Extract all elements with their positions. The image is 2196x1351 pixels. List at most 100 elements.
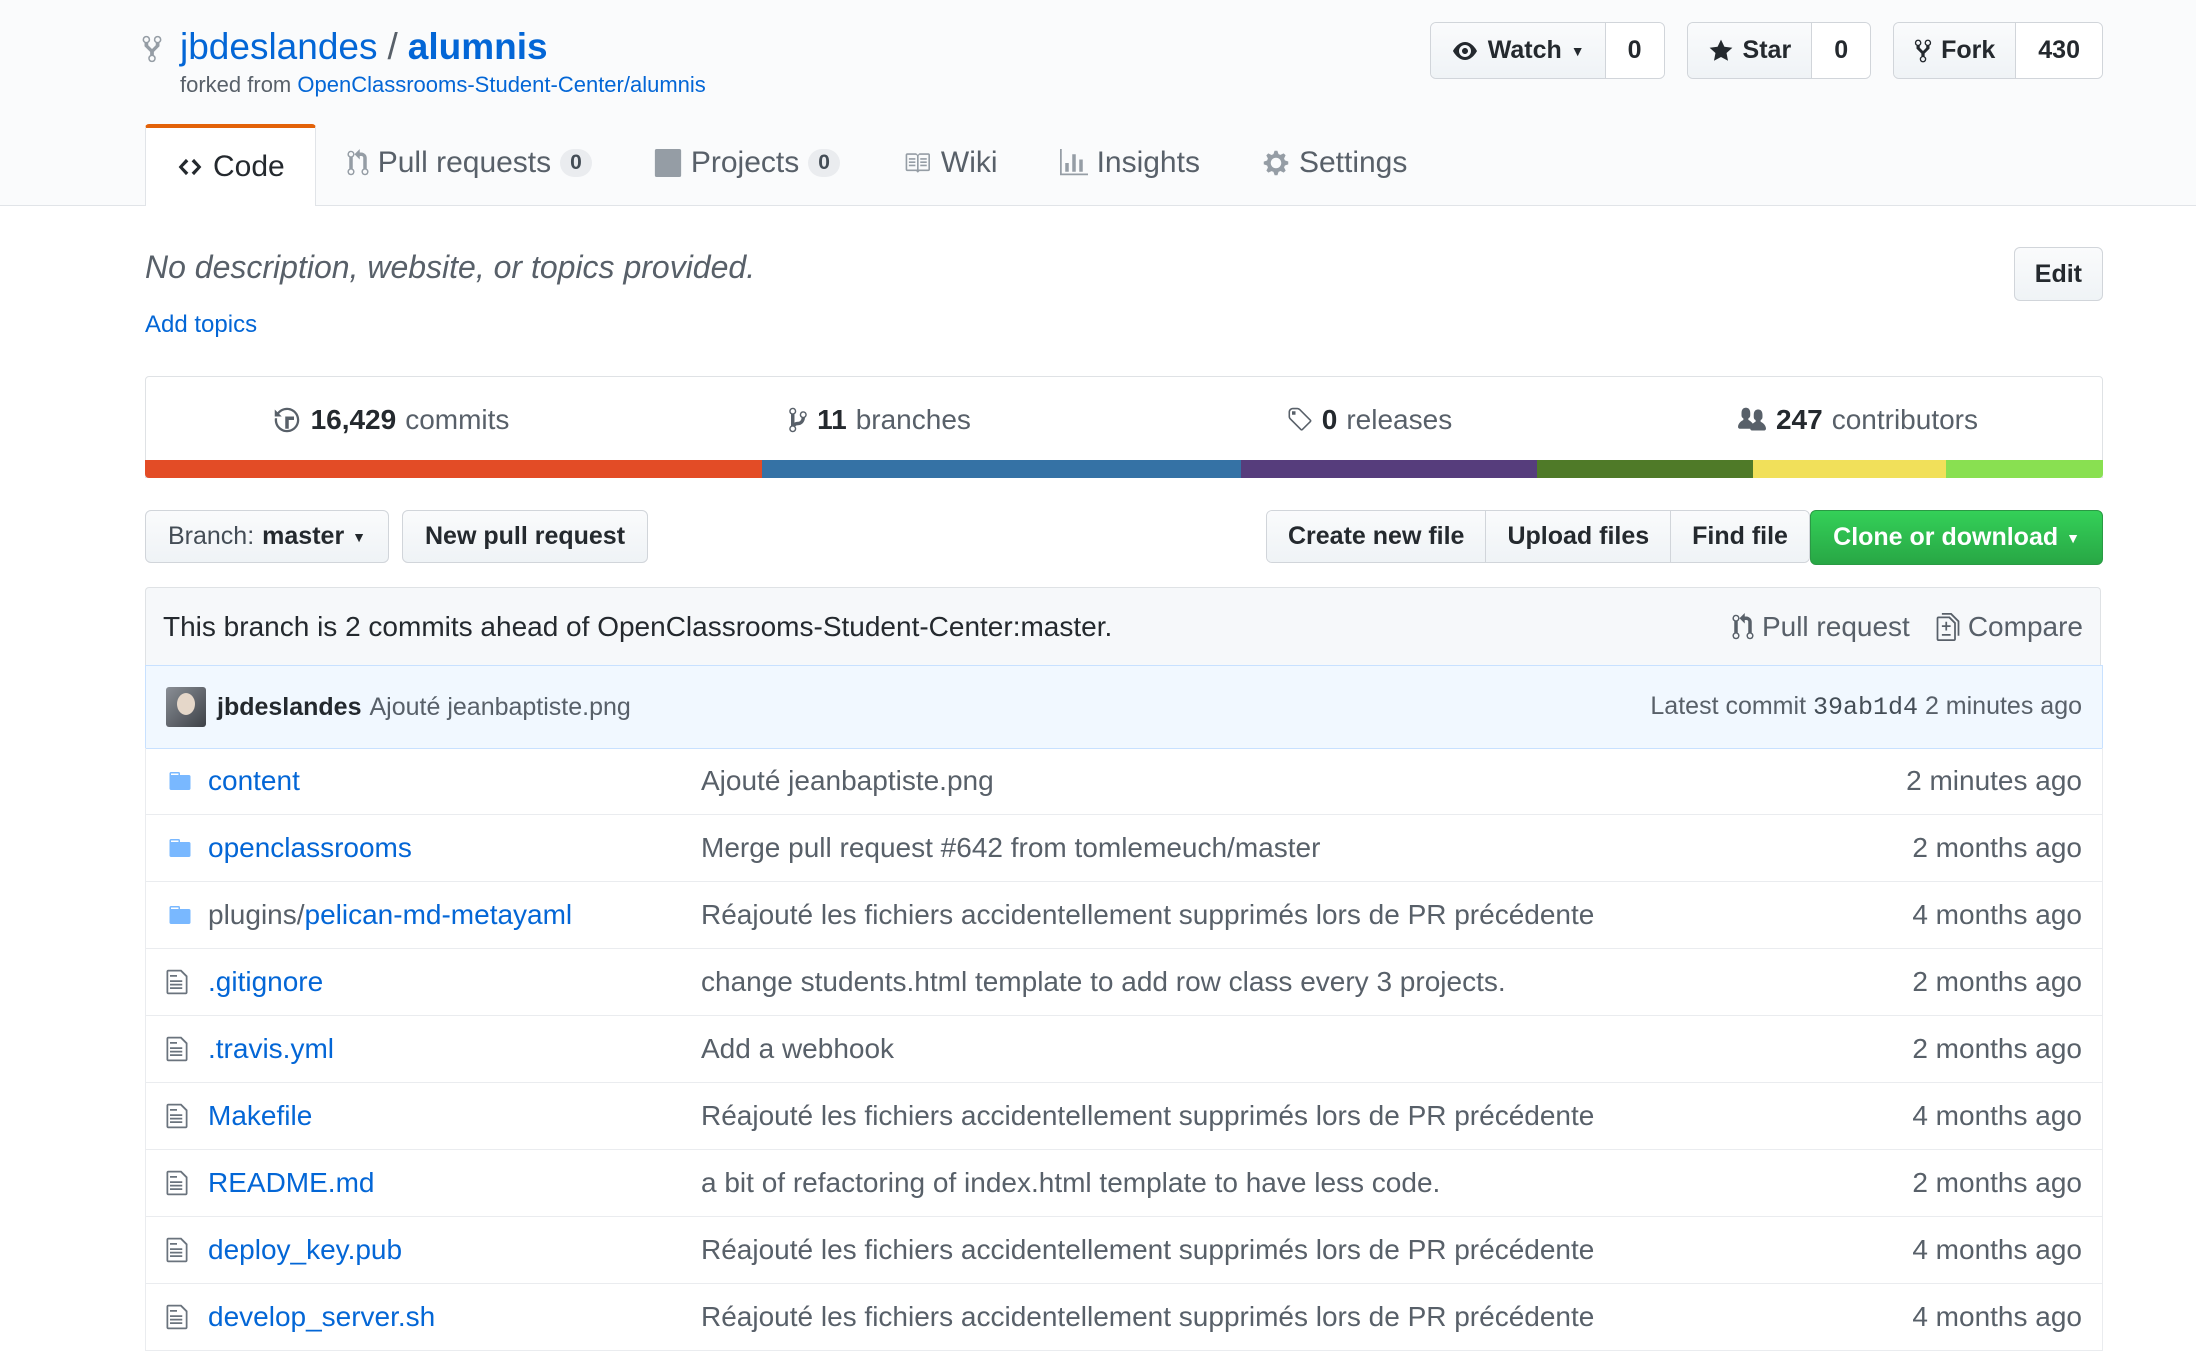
file-age: 2 months ago (1912, 966, 2082, 997)
tab-projects[interactable]: Projects 0 (623, 124, 871, 201)
file-row: openclassrooms Merge pull request #642 fr… (146, 814, 2102, 881)
file-name-link[interactable]: content (208, 765, 701, 797)
file-name-link[interactable]: Makefile (208, 1100, 701, 1132)
file-name-link[interactable]: plugins/pelican-md-metayaml (208, 899, 701, 931)
find-file-button[interactable]: Find file (1670, 511, 1809, 562)
commit-message[interactable]: Ajouté jeanbaptiste.png (370, 693, 631, 722)
forked-from-link[interactable]: OpenClassrooms-Student-Center/alumnis (297, 72, 705, 97)
tab-insights[interactable]: Insights (1029, 124, 1231, 201)
repo-nav-tabs: Code Pull requests 0 Projects 0 Wiki Ins… (145, 124, 1438, 207)
repo-title-separator: / (387, 26, 398, 67)
tab-label: Code (213, 150, 285, 184)
language-bar-segment[interactable] (1946, 460, 2103, 478)
compare-link[interactable]: Compare (1936, 611, 2083, 643)
language-bar-segment[interactable] (1537, 460, 1753, 478)
branch-name: master (262, 522, 345, 550)
file-commit-message[interactable]: Réajouté les fichiers accidentellement s… (701, 1234, 1912, 1266)
star-button-group: Star 0 (1686, 22, 1872, 79)
file-icon (166, 968, 198, 996)
file-commit-message[interactable]: change students.html template to add row… (701, 966, 1912, 998)
repo-description: No description, website, or topics provi… (145, 249, 756, 285)
file-name-link[interactable]: deploy_key.pub (208, 1234, 701, 1266)
file-commit-message[interactable]: Add a webhook (701, 1033, 1912, 1065)
star-count[interactable]: 0 (1811, 23, 1871, 78)
file-commit-message[interactable]: Merge pull request #642 from tomlemeuch/… (701, 832, 1912, 864)
language-bar-segment[interactable] (761, 460, 1242, 478)
commits-count: 16,429 (310, 404, 397, 435)
contributors-label: contributors (1831, 404, 1978, 435)
file-name: content (208, 765, 300, 796)
file-commit-message[interactable]: Réajouté les fichiers accidentellement s… (701, 1100, 1912, 1132)
commit-sha[interactable]: 39ab1d4 (1813, 693, 1918, 722)
tab-settings[interactable]: Settings (1231, 124, 1438, 201)
new-pull-request-button[interactable]: New pull request (402, 510, 649, 563)
commits-label: commits (405, 404, 510, 435)
dropdown-caret-icon: ▼ (1570, 42, 1585, 59)
file-list: content Ajouté jeanbaptiste.png 2 minutes … (145, 748, 2103, 1351)
file-name-link[interactable]: .gitignore (208, 966, 701, 998)
repo-title: jbdeslandes / alumnis (180, 26, 548, 68)
dropdown-caret-icon: ▼ (352, 528, 367, 545)
star-icon (1709, 39, 1732, 61)
clone-or-download-button[interactable]: Clone or download ▼ (1810, 510, 2103, 565)
project-icon (654, 149, 681, 178)
star-button[interactable]: Star (1687, 23, 1812, 78)
file-row: .gitignore change students.html template … (146, 948, 2102, 1015)
language-bar[interactable] (145, 460, 2103, 478)
watch-button-group: Watch ▼ 0 (1429, 22, 1665, 79)
pull-request-label: Pull request (1761, 610, 1910, 642)
pull-request-link[interactable]: Pull request (1732, 611, 1910, 643)
file-age: 2 months ago (1912, 1167, 2082, 1198)
file-age: 4 months ago (1912, 1100, 2082, 1131)
latest-commit-label: Latest commit (1650, 692, 1807, 720)
file-icon (166, 1102, 198, 1130)
branch-status-bar: This branch is 2 commits ahead of OpenCl… (145, 587, 2101, 665)
branch-status-actions: Pull request Compare (1732, 611, 2083, 643)
file-commit-message[interactable]: a bit of refactoring of index.html templ… (701, 1167, 1912, 1199)
code-icon (178, 159, 202, 176)
file-commit-message[interactable]: Réajouté les fichiers accidentellement s… (701, 1301, 1912, 1333)
file-name-link[interactable]: .travis.yml (208, 1033, 701, 1065)
commit-author[interactable]: jbdeslandes (217, 693, 362, 722)
language-bar-segment[interactable] (1241, 460, 1538, 478)
fork-button[interactable]: Fork (1894, 23, 2016, 78)
file-commit-message[interactable]: Réajouté les fichiers accidentellement s… (701, 899, 1912, 931)
repo-owner-link[interactable]: jbdeslandes (180, 26, 377, 68)
file-name-link[interactable]: README.md (208, 1167, 701, 1199)
file-name-prefix: plugins/ (208, 899, 305, 930)
tab-wiki[interactable]: Wiki (871, 124, 1029, 201)
add-topics-link[interactable]: Add topics (145, 311, 257, 339)
create-new-file-button[interactable]: Create new file (1267, 511, 1486, 562)
upload-files-button[interactable]: Upload files (1485, 511, 1671, 562)
edit-description-button[interactable]: Edit (2013, 247, 2103, 301)
file-row: plugins/pelican-md-metayaml Réajouté les … (146, 881, 2102, 948)
file-name-link[interactable]: develop_server.sh (208, 1301, 701, 1333)
tab-label: Settings (1298, 146, 1408, 180)
tab-pull-requests[interactable]: Pull requests 0 (316, 124, 623, 201)
file-name: deploy_key.pub (208, 1234, 403, 1265)
fork-count[interactable]: 430 (2015, 23, 2102, 78)
tab-counter: 0 (808, 149, 840, 178)
repo-name-link[interactable]: alumnis (408, 26, 548, 68)
language-bar-segment[interactable] (145, 460, 762, 478)
watch-label: Watch (1487, 36, 1562, 64)
file-name: .gitignore (208, 966, 324, 997)
fork-label: Fork (1941, 36, 1996, 64)
file-age: 2 months ago (1912, 832, 2082, 863)
branches-label: branches (855, 404, 971, 435)
clone-label: Clone or download (1833, 523, 2059, 551)
branch-select-button[interactable]: Branch: master ▼ (145, 510, 390, 563)
tab-counter: 0 (560, 149, 592, 178)
file-row: Makefile Réajouté les fichiers accidentel… (146, 1082, 2102, 1149)
star-label: Star (1742, 36, 1792, 64)
eye-icon (1452, 41, 1477, 60)
watch-button[interactable]: Watch ▼ (1430, 23, 1605, 78)
language-bar-segment[interactable] (1752, 460, 1947, 478)
file-name-link[interactable]: openclassrooms (208, 832, 701, 864)
watch-count[interactable]: 0 (1604, 23, 1664, 78)
tab-code[interactable]: Code (145, 124, 316, 207)
repo-header: jbdeslandes / alumnis forked from OpenCl… (0, 0, 2196, 207)
file-commit-message[interactable]: Ajouté jeanbaptiste.png (701, 765, 1906, 797)
avatar[interactable] (166, 687, 206, 727)
git-pull-request-icon (347, 149, 369, 176)
